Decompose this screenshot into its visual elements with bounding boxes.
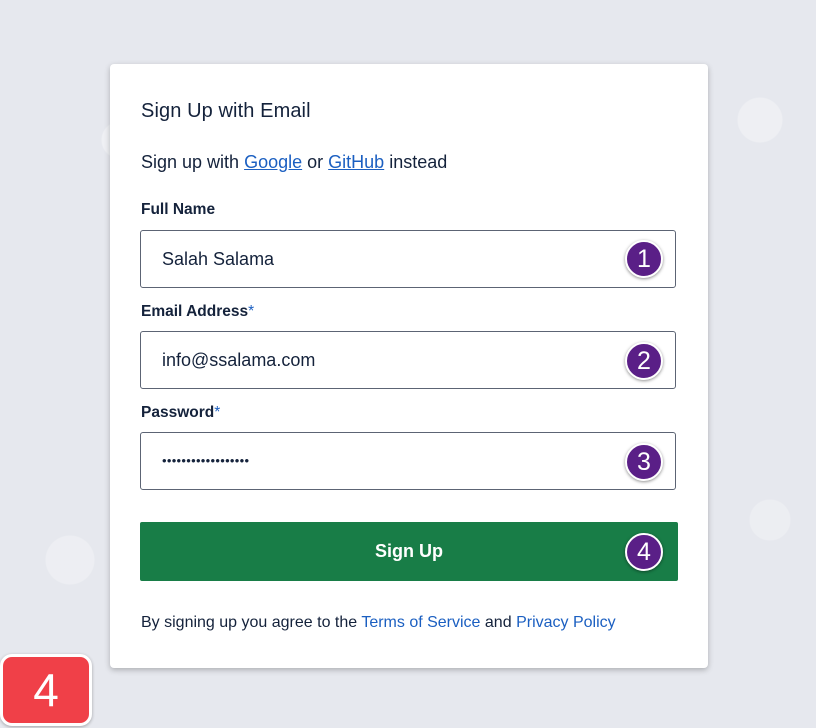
step-badge-2: 2 [625, 342, 663, 380]
privacy-policy-link[interactable]: Privacy Policy [516, 614, 616, 631]
full-name-value: Salah Salama [162, 248, 275, 269]
password-label-text: Password [141, 404, 215, 421]
signup-button-label: Sign Up [375, 541, 443, 561]
full-name-label: Full Name [141, 201, 215, 219]
terms-notice: By signing up you agree to the Terms of … [141, 614, 616, 632]
alt-prefix-text: Sign up with [141, 152, 240, 172]
terms-of-service-link[interactable]: Terms of Service [361, 614, 480, 631]
step-badge-1: 1 [625, 240, 663, 278]
alt-suffix-text: instead [389, 152, 448, 172]
step-badge-3: 3 [625, 443, 663, 481]
alt-or-text: or [307, 152, 324, 172]
password-label: Password* [141, 404, 220, 422]
signup-button[interactable]: Sign Up [140, 522, 678, 581]
google-signup-link[interactable]: Google [244, 152, 302, 172]
full-name-label-text: Full Name [141, 201, 216, 218]
terms-and-text: and [484, 614, 512, 631]
email-label: Email Address* [141, 303, 254, 321]
email-required-marker: * [248, 303, 255, 320]
alternative-signup-line: Sign up with Google or GitHub instead [141, 152, 447, 173]
password-field[interactable]: •••••••••••••••••• [140, 432, 676, 490]
signup-card: Sign Up with Email Sign up with Google o… [110, 64, 708, 668]
terms-prefix-text: By signing up you agree to the [141, 614, 358, 631]
step-badge-4: 4 [625, 533, 663, 571]
email-value: info@ssalama.com [162, 349, 316, 370]
email-field[interactable]: info@ssalama.com [140, 331, 676, 389]
password-required-marker: * [214, 404, 221, 421]
step-number-badge: 4 [0, 654, 92, 726]
full-name-field[interactable]: Salah Salama [140, 230, 676, 288]
form-title: Sign Up with Email [141, 100, 311, 122]
password-value: •••••••••••••••••• [162, 452, 250, 468]
github-signup-link[interactable]: GitHub [328, 152, 384, 172]
email-label-text: Email Address [141, 303, 249, 320]
